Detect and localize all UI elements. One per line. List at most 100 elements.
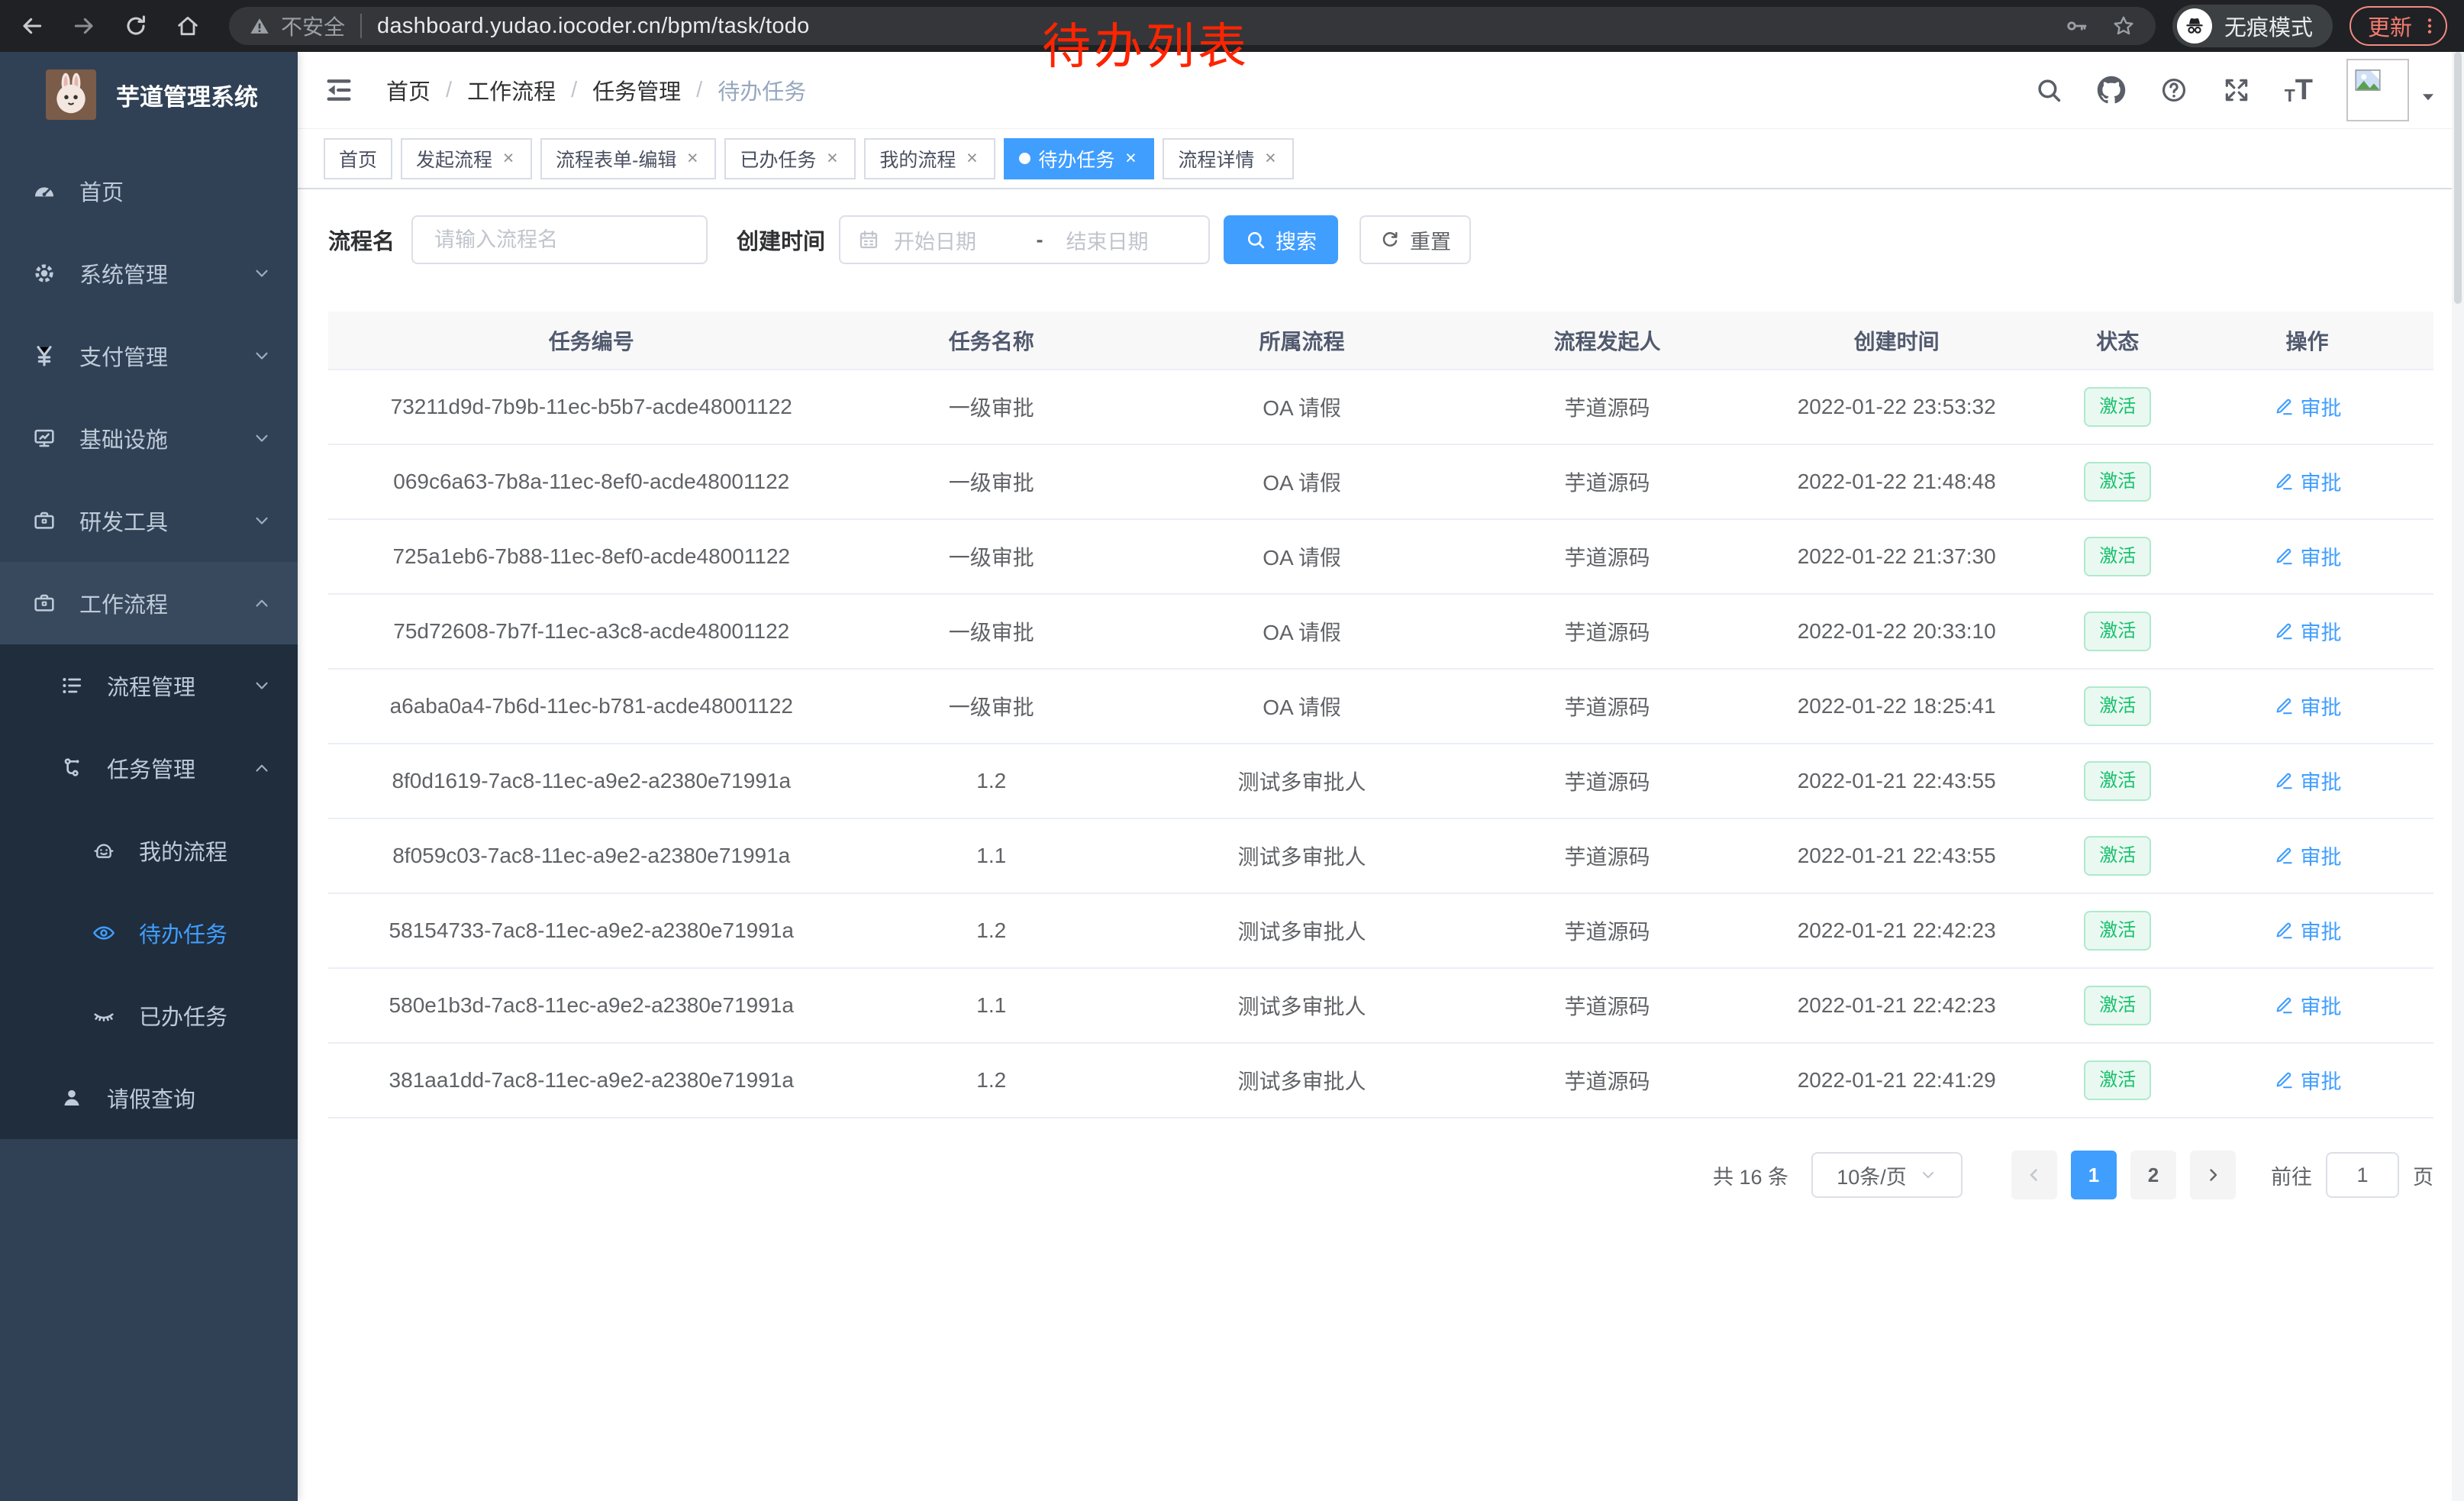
app-logo — [46, 69, 96, 120]
sidebar-item-my-process[interactable]: 我的流程 — [0, 809, 298, 892]
status-badge: 激活 — [2084, 1060, 2151, 1100]
page-button-2[interactable]: 2 — [2130, 1151, 2176, 1199]
password-key-icon[interactable] — [2064, 14, 2088, 38]
eye-closed-icon — [92, 1003, 116, 1028]
sidebar-item-workflow[interactable]: 工作流程 — [0, 562, 298, 644]
tab-process-detail[interactable]: 流程详情× — [1163, 138, 1294, 179]
approve-link[interactable]: 审批 — [2273, 1065, 2342, 1095]
sidebar-collapse-icon[interactable] — [324, 75, 354, 105]
scrollbar-thumb[interactable] — [2454, 52, 2462, 304]
sidebar-item-devtools[interactable]: 研发工具 — [0, 479, 298, 562]
close-icon[interactable]: × — [963, 149, 980, 168]
close-icon[interactable]: × — [500, 149, 517, 168]
header-search-icon[interactable] — [2034, 76, 2063, 105]
cell-status: 激活 — [2055, 669, 2181, 744]
approve-link[interactable]: 审批 — [2273, 841, 2342, 870]
total-count: 共 16 条 — [1713, 1160, 1788, 1190]
approve-link[interactable]: 审批 — [2273, 691, 2342, 721]
date-range-picker[interactable]: 开始日期 - 结束日期 — [839, 215, 1210, 264]
cell-time: 2022-01-21 22:42:23 — [1739, 968, 2055, 1043]
pencil-icon — [2273, 546, 2294, 567]
reset-button[interactable]: 重置 — [1359, 215, 1471, 264]
close-icon[interactable]: × — [824, 149, 840, 168]
browser-update-button[interactable]: 更新 — [2350, 6, 2447, 46]
tab-todo-task[interactable]: 待办任务× — [1004, 138, 1154, 179]
close-icon[interactable]: × — [1122, 149, 1139, 168]
active-tab-dot — [1019, 153, 1030, 164]
browser-forward-button[interactable] — [69, 11, 99, 41]
page-content: 流程名 创建时间 开始日期 - 结束日期 搜索 重置 — [298, 189, 2464, 1501]
sidebar-menu: 首页系统管理支付管理基础设施研发工具工作流程流程管理任务管理我的流程待办任务已办… — [0, 150, 298, 1139]
cell-name: 一级审批 — [855, 519, 1129, 594]
sidebar-item-todo-task[interactable]: 待办任务 — [0, 892, 298, 974]
select-caret-icon — [1919, 1166, 1937, 1184]
approve-link[interactable]: 审批 — [2273, 466, 2342, 496]
address-bar[interactable]: 不安全 dashboard.yudao.iocoder.cn/bpm/task/… — [229, 7, 2156, 45]
cell-name: 1.2 — [855, 1043, 1129, 1118]
start-date-placeholder[interactable]: 开始日期 — [894, 225, 1020, 255]
breadcrumb-item[interactable]: 任务管理 — [592, 74, 681, 106]
cell-process: OA 请假 — [1128, 519, 1475, 594]
approve-label: 审批 — [2301, 691, 2342, 721]
page-button-1[interactable]: 1 — [2071, 1151, 2117, 1199]
breadcrumb-separator: / — [571, 78, 577, 103]
next-page-button[interactable] — [2190, 1151, 2236, 1199]
process-name-input[interactable] — [411, 215, 708, 264]
sidebar-item-task-mgmt[interactable]: 任务管理 — [0, 727, 298, 809]
avatar[interactable] — [2346, 59, 2409, 121]
cell-status: 激活 — [2055, 1043, 2181, 1118]
sidebar-item-infra[interactable]: 基础设施 — [0, 397, 298, 479]
approve-link[interactable]: 审批 — [2273, 766, 2342, 796]
bookmark-star-icon[interactable] — [2111, 14, 2136, 38]
end-date-placeholder[interactable]: 结束日期 — [1060, 225, 1192, 255]
tab-done-task[interactable]: 已办任务× — [724, 138, 856, 179]
sidebar-item-leave-query[interactable]: 请假查询 — [0, 1057, 298, 1139]
tab-my-process[interactable]: 我的流程× — [864, 138, 995, 179]
cell-id: 725a1eb6-7b88-11ec-8ef0-acde48001122 — [328, 519, 855, 594]
breadcrumb-item[interactable]: 工作流程 — [467, 74, 556, 106]
browser-home-button[interactable] — [173, 11, 203, 41]
column-header: 任务编号 — [328, 311, 855, 370]
user-icon — [60, 1086, 84, 1110]
close-icon[interactable]: × — [684, 149, 701, 168]
approve-link[interactable]: 审批 — [2273, 915, 2342, 945]
cell-id: a6aba0a4-7b6d-11ec-b781-acde48001122 — [328, 669, 855, 744]
approve-link[interactable]: 审批 — [2273, 541, 2342, 571]
page-size-select[interactable]: 10条/页 — [1811, 1152, 1962, 1198]
approve-link[interactable]: 审批 — [2273, 990, 2342, 1020]
sidebar-item-home[interactable]: 首页 — [0, 150, 298, 232]
browser-back-button[interactable] — [17, 11, 47, 41]
font-size-icon[interactable]: TT — [2285, 76, 2313, 105]
cell-action: 审批 — [2181, 968, 2433, 1043]
app-logo-row[interactable]: 芋道管理系统 — [0, 52, 298, 137]
sidebar-item-done-task[interactable]: 已办任务 — [0, 974, 298, 1057]
breadcrumb-item[interactable]: 首页 — [386, 74, 431, 106]
goto-page-input[interactable] — [2326, 1152, 2399, 1198]
sidebar-item-system[interactable]: 系统管理 — [0, 232, 298, 315]
cell-name: 1.1 — [855, 818, 1129, 893]
help-icon[interactable] — [2159, 76, 2188, 105]
fullscreen-icon[interactable] — [2222, 76, 2251, 105]
security-label: 不安全 — [281, 11, 345, 41]
sidebar-item-process-mgmt[interactable]: 流程管理 — [0, 644, 298, 727]
cell-id: 58154733-7ac8-11ec-a9e2-a2380e71991a — [328, 893, 855, 968]
tab-form-edit[interactable]: 流程表单-编辑× — [540, 138, 716, 179]
tab-home[interactable]: 首页 — [324, 138, 392, 179]
cell-process: OA 请假 — [1128, 594, 1475, 669]
avatar-caret-icon[interactable] — [2418, 87, 2438, 107]
forward-icon — [72, 14, 96, 38]
close-icon[interactable]: × — [1262, 149, 1279, 168]
approve-link[interactable]: 审批 — [2273, 616, 2342, 646]
tab-start-process[interactable]: 发起流程× — [401, 138, 532, 179]
cell-action: 审批 — [2181, 893, 2433, 968]
cell-name: 一级审批 — [855, 669, 1129, 744]
chevron-down-icon — [252, 428, 272, 448]
github-icon[interactable] — [2097, 76, 2126, 105]
pencil-icon — [2273, 1070, 2294, 1090]
prev-page-button[interactable] — [2011, 1151, 2057, 1199]
approve-link[interactable]: 审批 — [2273, 392, 2342, 421]
browser-menu-icon[interactable] — [2420, 14, 2440, 38]
browser-reload-button[interactable] — [121, 11, 151, 41]
search-button[interactable]: 搜索 — [1224, 215, 1338, 264]
sidebar-item-payment[interactable]: 支付管理 — [0, 315, 298, 397]
